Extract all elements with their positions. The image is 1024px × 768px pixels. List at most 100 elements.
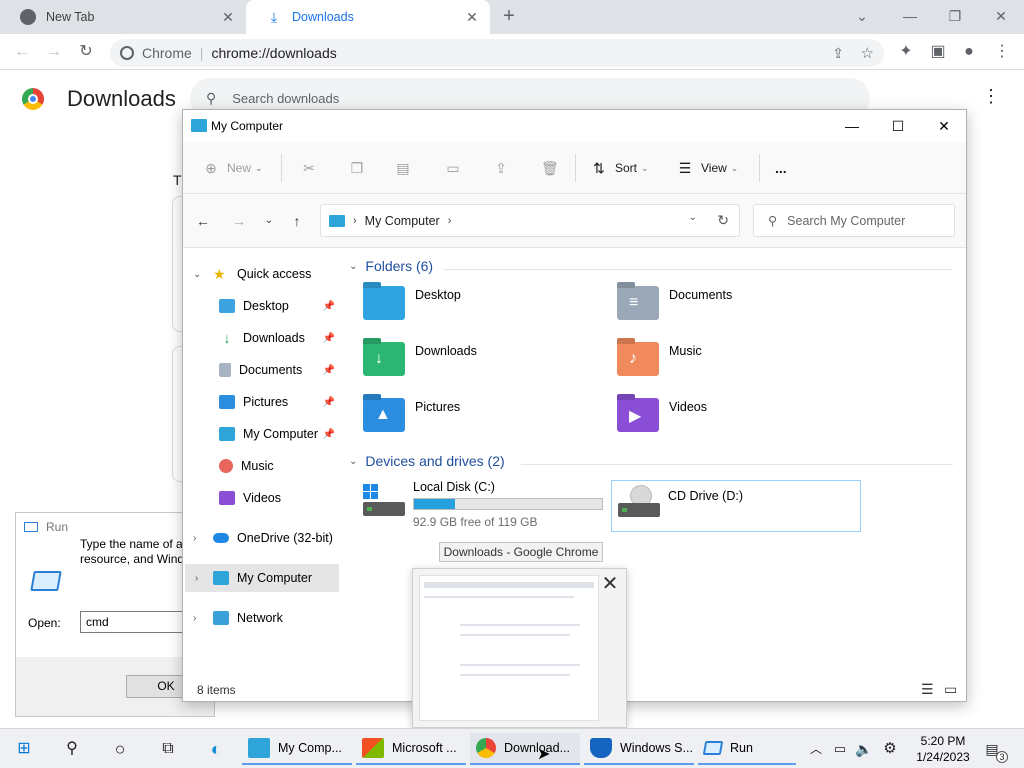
- folder-videos[interactable]: ▶ Videos: [617, 398, 857, 446]
- clock[interactable]: 5:20 PM 1/24/2023: [912, 733, 974, 765]
- network-icon[interactable]: ▭: [828, 737, 852, 761]
- settings-gear-icon[interactable]: ⚙: [878, 737, 902, 761]
- chevron-down-icon[interactable]: ⌄: [689, 212, 697, 223]
- nav-item-downloads[interactable]: ↓ Downloads 📌: [183, 324, 343, 352]
- folder-documents[interactable]: ≡ Documents: [617, 286, 857, 334]
- close-icon[interactable]: ✕: [598, 573, 622, 597]
- drive-label: Local Disk (C:): [413, 480, 495, 494]
- pin-icon[interactable]: 📌: [323, 365, 335, 376]
- taskbar-app-explorer[interactable]: My Comp...: [242, 733, 352, 765]
- taskbar-app-microsoft-store[interactable]: Microsoft ...: [356, 733, 466, 765]
- back-icon[interactable]: ←: [12, 42, 32, 62]
- cortana-icon[interactable]: ○: [108, 737, 132, 761]
- chevron-up-icon[interactable]: ︿: [804, 737, 828, 761]
- taskbar-thumbnail-preview[interactable]: ✕: [412, 568, 627, 728]
- bookmark-star-icon[interactable]: ☆: [861, 44, 874, 62]
- reload-icon[interactable]: ↻: [76, 42, 96, 62]
- nav-item-music[interactable]: Music: [183, 452, 343, 480]
- sort-button[interactable]: ⇅ Sort ⌄: [591, 156, 648, 180]
- extensions-icon[interactable]: ✦: [896, 42, 916, 62]
- forward-icon[interactable]: →: [44, 42, 64, 62]
- volume-icon[interactable]: 🔈: [852, 737, 876, 761]
- profile-avatar-icon[interactable]: ●: [959, 42, 979, 62]
- nav-label: Network: [237, 611, 283, 625]
- windows-start-icon[interactable]: ⊞: [12, 737, 36, 761]
- maximize-icon[interactable]: ☐: [883, 114, 913, 138]
- forward-icon[interactable]: →: [229, 211, 249, 231]
- share-icon[interactable]: ⇪: [832, 45, 844, 62]
- tab-new-tab[interactable]: New Tab ✕: [0, 0, 246, 34]
- nav-onedrive[interactable]: › OneDrive (32-bit): [183, 524, 343, 552]
- tab-search-icon[interactable]: ⌄: [852, 6, 872, 26]
- folder-music[interactable]: ♪ Music: [617, 342, 857, 390]
- thumbnail-detail: [424, 596, 574, 598]
- side-panel-icon[interactable]: ▣: [928, 42, 948, 62]
- notifications-icon[interactable]: ▤ 3: [980, 737, 1008, 763]
- nav-label: Documents: [239, 363, 303, 377]
- nav-item-desktop[interactable]: Desktop 📌: [183, 292, 343, 320]
- nav-label: Music: [241, 459, 274, 473]
- group-title: Devices and drives (2): [365, 453, 505, 469]
- restore-icon[interactable]: ❐: [945, 6, 965, 26]
- edge-icon[interactable]: ◐: [204, 737, 228, 761]
- nav-item-my-computer[interactable]: My Computer 📌: [183, 420, 343, 448]
- drive-d[interactable]: CD Drive (D:): [611, 480, 861, 532]
- refresh-icon[interactable]: ↻: [717, 212, 729, 229]
- nav-my-computer[interactable]: › My Computer: [185, 564, 339, 592]
- nav-item-pictures[interactable]: Pictures 📌: [183, 388, 343, 416]
- task-view-icon[interactable]: ⧉: [156, 737, 180, 761]
- nav-network[interactable]: › Network: [183, 604, 343, 632]
- folders-group-header[interactable]: ⌄ Folders (6): [349, 258, 433, 274]
- drives-group-header[interactable]: ⌄ Devices and drives (2): [349, 453, 505, 469]
- delete-button[interactable]: 🗑: [541, 156, 559, 180]
- pin-icon[interactable]: 📌: [323, 301, 335, 312]
- folder-desktop[interactable]: Desktop: [363, 286, 603, 334]
- nav-item-videos[interactable]: Videos: [183, 484, 343, 512]
- run-title: Run: [46, 520, 69, 534]
- taskbar-app-windows-security[interactable]: Windows S...: [584, 733, 694, 765]
- folder-label: Music: [669, 344, 702, 358]
- downloads-menu-icon[interactable]: ⋮: [982, 86, 1000, 107]
- share-button[interactable]: ⇪: [493, 156, 509, 180]
- tiles-view-icon[interactable]: ▭: [944, 681, 957, 698]
- taskbar-app-run[interactable]: Run: [698, 733, 796, 765]
- close-icon[interactable]: ✕: [929, 114, 959, 138]
- details-view-icon[interactable]: ☰: [921, 681, 934, 698]
- more-options-button[interactable]: ...: [775, 156, 787, 180]
- close-icon[interactable]: ✕: [991, 6, 1011, 26]
- chevron-down-icon: ⌄: [730, 162, 739, 173]
- back-icon[interactable]: ←: [193, 211, 213, 231]
- address-bar[interactable]: › My Computer › ⌄ ↻: [320, 204, 740, 237]
- music-icon: [219, 459, 233, 473]
- up-icon[interactable]: ↑: [287, 211, 307, 231]
- minimize-icon[interactable]: —: [837, 114, 867, 138]
- folder-downloads[interactable]: ↓ Downloads: [363, 342, 603, 390]
- minimize-icon[interactable]: —: [900, 6, 920, 26]
- pin-icon[interactable]: 📌: [323, 397, 335, 408]
- rename-button[interactable]: ▭: [445, 156, 461, 180]
- nav-quick-access[interactable]: ⌄ ★ Quick access: [183, 260, 343, 288]
- close-tab-icon[interactable]: ✕: [220, 9, 236, 25]
- drive-c[interactable]: Local Disk (C:) 92.9 GB free of 119 GB: [363, 478, 603, 538]
- nav-label: Videos: [243, 491, 281, 505]
- recent-locations-icon[interactable]: ⌄: [259, 211, 279, 231]
- chrome-menu-icon[interactable]: ⋮: [992, 42, 1012, 62]
- taskbar-app-chrome[interactable]: Download...: [470, 733, 580, 765]
- chevron-right-icon: ›: [195, 572, 199, 584]
- cut-button[interactable]: ✂: [301, 156, 317, 180]
- copy-button[interactable]: ❐: [349, 156, 365, 180]
- search-icon[interactable]: ⚲: [60, 737, 84, 761]
- pin-icon[interactable]: 📌: [323, 333, 335, 344]
- new-tab-button[interactable]: +: [498, 6, 520, 28]
- pin-icon[interactable]: 📌: [323, 429, 335, 440]
- nav-item-documents[interactable]: Documents 📌: [183, 356, 343, 384]
- close-tab-icon[interactable]: ✕: [464, 9, 480, 25]
- paste-button[interactable]: ▤: [395, 156, 411, 180]
- search-input[interactable]: ⚲ Search My Computer: [753, 204, 955, 237]
- folder-pictures[interactable]: ▲ Pictures: [363, 398, 603, 446]
- new-button[interactable]: ⊕ New ⌄: [203, 156, 262, 180]
- view-button[interactable]: ☰ View ⌄: [677, 156, 739, 180]
- tab-downloads[interactable]: ⤓ Downloads ✕: [246, 0, 490, 34]
- address-bar[interactable]: Chrome | chrome://downloads ⇪ ☆: [110, 39, 884, 67]
- open-label: Open:: [28, 616, 61, 630]
